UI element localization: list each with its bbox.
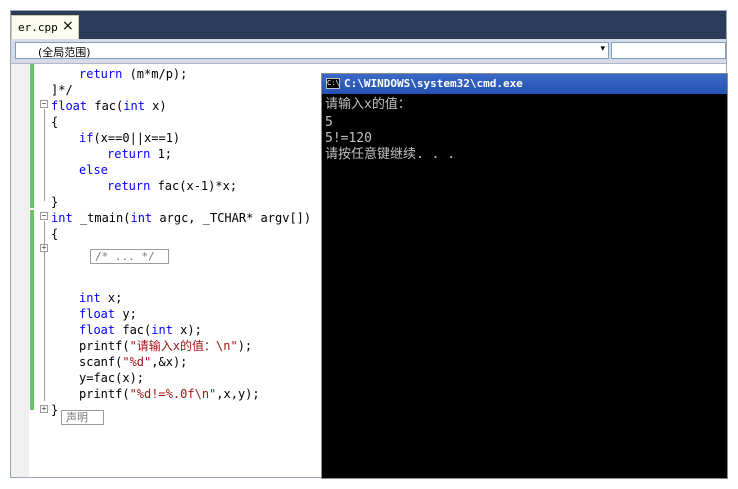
keyword-token: int [151, 323, 173, 337]
fold-expand-icon[interactable]: + [40, 244, 48, 252]
fold-expand-icon[interactable]: + [40, 405, 48, 413]
keyword-token: int [51, 211, 73, 225]
code-token: ,x,y); [216, 387, 260, 401]
cmd-titlebar[interactable]: C:\ C:\WINDOWS\system32\cmd.exe [322, 74, 727, 94]
code-line: } [51, 194, 58, 210]
code-line: float y; [79, 306, 137, 322]
code-token: y=fac(x); [79, 371, 145, 385]
code-line: return (m*m/p); [79, 66, 187, 82]
code-token: fac( [115, 323, 152, 337]
code-line: int _tmain(int argc, _TCHAR* argv[]) [51, 210, 311, 226]
keyword-token: if [79, 131, 94, 145]
code-line: { [51, 114, 58, 130]
scope-dropdown[interactable]: (全局范围) ▾ [15, 42, 609, 59]
code-token: x; [100, 291, 123, 305]
code-line: int x; [79, 290, 122, 306]
scope-label: (全局范围) [38, 46, 91, 59]
code-token: scanf( [79, 355, 123, 369]
console-icon: C:\ [326, 78, 340, 89]
code-token: ]*/ [51, 83, 73, 97]
code-line: if(x==0||x==1) [79, 130, 180, 146]
keyword-token: return [79, 67, 123, 81]
chevron-down-icon[interactable]: ▾ [600, 44, 605, 54]
code-token: x) [144, 99, 167, 113]
keyword-token: int [123, 99, 145, 113]
code-token: argc, _TCHAR* argv[]) [152, 211, 312, 225]
code-token: x); [172, 323, 202, 337]
collapsed-declaration-block[interactable]: 声明 [61, 410, 104, 425]
code-line: return fac(x-1)*x; [107, 178, 237, 194]
keyword-token: float [79, 307, 116, 321]
code-line: float fac(int x); [79, 322, 202, 338]
change-bar [30, 64, 34, 208]
code-token: printf( [79, 339, 130, 353]
code-token: ,&x); [151, 355, 188, 369]
code-token: (m*m/p); [122, 67, 188, 81]
code-token: { [51, 227, 59, 241]
code-line: ]*/ [51, 82, 73, 98]
string-token: "%d" [122, 355, 152, 369]
indicator-margin [11, 64, 29, 477]
code-token: fac(x-1)*x; [150, 179, 238, 193]
fold-collapse-icon[interactable]: − [40, 212, 48, 220]
code-token: } [51, 195, 59, 209]
console-line: 请按任意键继续. . . [325, 147, 456, 162]
code-token: ); [237, 339, 253, 353]
console-line: 5!=120 [325, 131, 372, 146]
close-icon[interactable]: × [62, 18, 74, 34]
code-line: else [79, 162, 108, 178]
keyword-token: return [107, 179, 151, 193]
keyword-token: return [107, 147, 151, 161]
console-output: 请输入x的值： 5 5!=120 请按任意键继续. . . [325, 97, 727, 478]
console-line: 5 [325, 115, 333, 130]
cmd-title: C:\WINDOWS\system32\cmd.exe [344, 77, 523, 90]
code-line: return 1; [107, 146, 172, 162]
code-token: { [51, 115, 59, 129]
code-token: (x==0||x==1) [93, 131, 181, 145]
code-line: y=fac(x); [79, 370, 144, 386]
code-token: } [51, 403, 59, 417]
change-bar [30, 210, 34, 410]
tab-label: er.cpp [18, 21, 58, 34]
string-token: "请输入x的值：\n" [129, 339, 238, 353]
code-token: fac( [87, 99, 124, 113]
member-dropdown[interactable] [611, 42, 726, 59]
cmd-window[interactable]: C:\ C:\WINDOWS\system32\cmd.exe 请输入x的值： … [321, 73, 728, 479]
tab-er-cpp[interactable]: er.cpp × [11, 15, 79, 39]
code-line: scanf("%d",&x); [79, 354, 187, 370]
code-line: printf("%d!=%.0f\n",x,y); [79, 386, 260, 402]
keyword-token: float [51, 99, 88, 113]
code-line: float fac(int x) [51, 98, 167, 114]
navigation-bar: (全局范围) ▾ [11, 39, 726, 64]
keyword-token: int [130, 211, 153, 225]
code-line: } [51, 402, 58, 418]
code-token: 1; [150, 147, 173, 161]
console-line: 请输入x的值： [325, 97, 411, 112]
collapsed-comment-block[interactable]: /* ... */ [90, 249, 169, 264]
string-token: "%d!=%.0f\n" [129, 387, 217, 401]
code-line: printf("请输入x的值：\n"); [79, 338, 252, 354]
fold-collapse-icon[interactable]: − [40, 100, 48, 108]
code-line: { [51, 226, 58, 242]
fold-guide [44, 109, 45, 201]
code-token: printf( [79, 387, 130, 401]
code-token: y; [115, 307, 137, 321]
code-token: _tmain( [72, 211, 131, 225]
keyword-token: int [79, 291, 101, 305]
keyword-token: float [79, 323, 116, 337]
keyword-token: else [79, 163, 108, 177]
document-tab-strip: er.cpp × [11, 11, 726, 39]
